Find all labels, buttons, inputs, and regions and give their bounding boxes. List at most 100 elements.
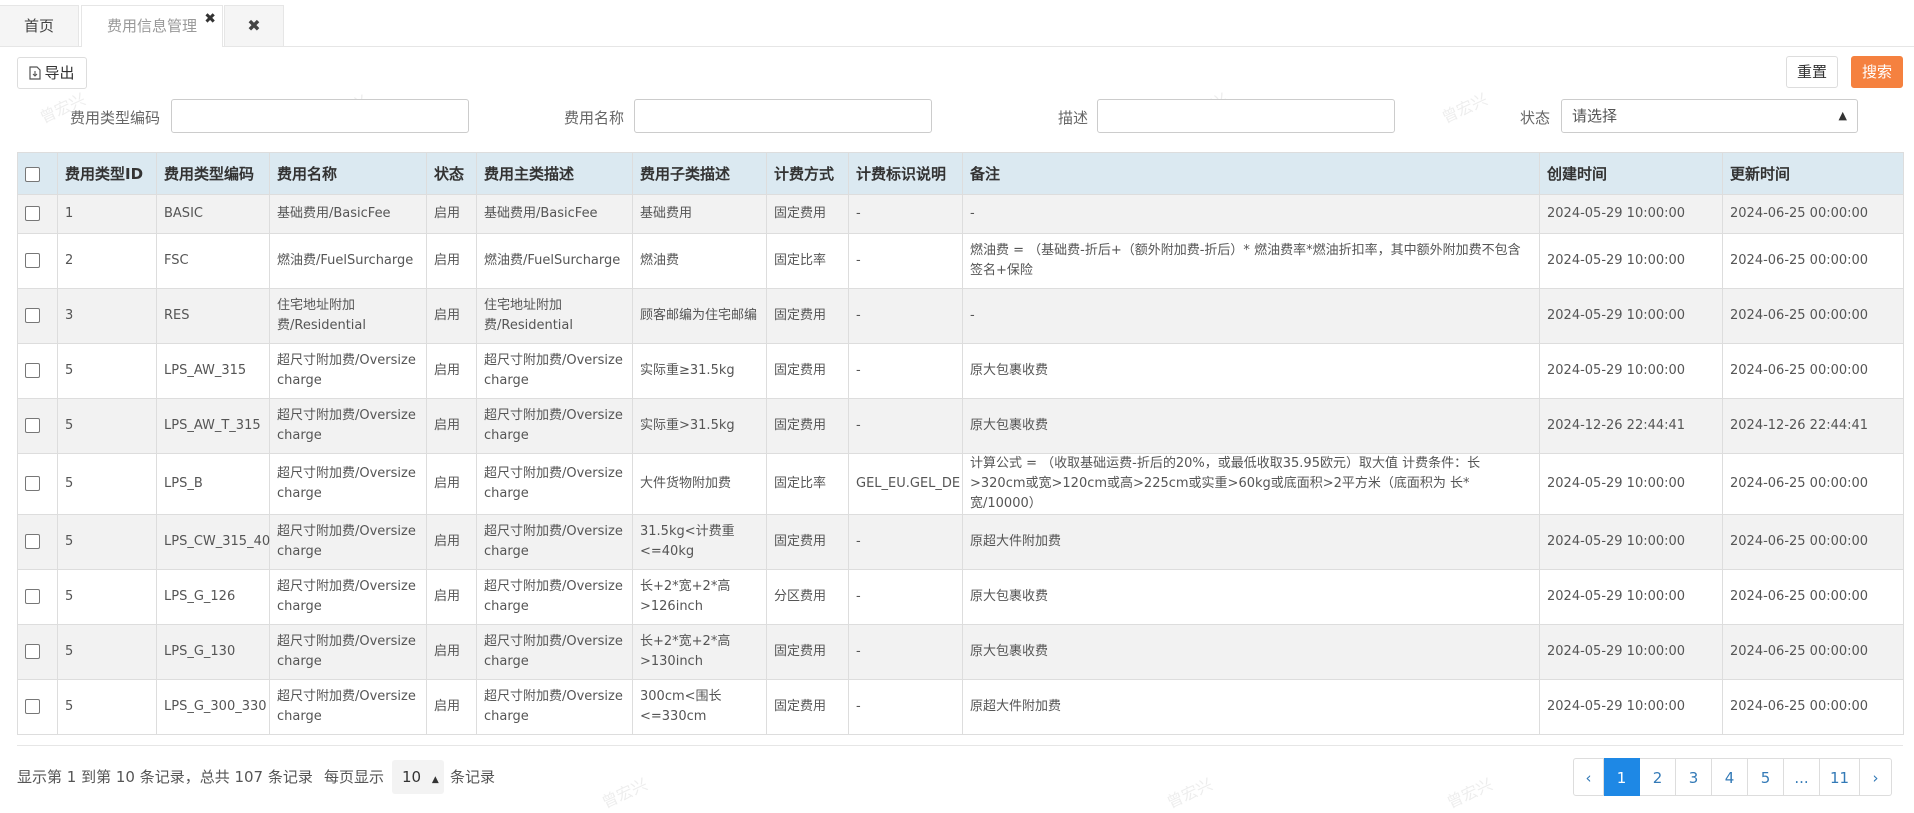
cell-billing-method: 固定费用	[766, 343, 849, 399]
row-checkbox[interactable]	[25, 699, 40, 714]
row-checkbox-cell	[17, 569, 58, 625]
page-11-button[interactable]: 11	[1820, 758, 1860, 796]
search-button[interactable]: 搜索	[1851, 56, 1903, 88]
table-row[interactable]: 5 LPS_G_130 超尺寸附加费/Oversize charge 启用 超尺寸附加费…	[17, 624, 1904, 680]
fee-name-input[interactable]	[634, 99, 932, 133]
cell-remark: 原超大件附加费	[962, 514, 1540, 570]
row-checkbox-cell	[17, 233, 58, 289]
cell-status: 启用	[426, 288, 477, 344]
row-checkbox-cell	[17, 398, 58, 454]
cell-created-at: 2024-05-29 10:00:00	[1539, 453, 1723, 515]
status-select[interactable]: 请选择 ▲	[1561, 99, 1858, 133]
watermark-text: 曾宏兴	[598, 774, 651, 813]
prev-page-button[interactable]: ‹	[1573, 758, 1604, 796]
cell-sub-desc: 顾客邮编为住宅邮编	[632, 288, 767, 344]
tab-bar: 首页 费用信息管理 ✖ ✖	[0, 0, 1914, 47]
page-1-button[interactable]: 1	[1604, 758, 1640, 796]
cell-billing-flag: -	[848, 233, 963, 289]
header-billing-method[interactable]: 计费方式	[766, 152, 849, 195]
table-row[interactable]: 1 BASIC 基础费用/BasicFee 启用 基础费用/BasicFee 基础费用 固定…	[17, 194, 1904, 234]
table-row[interactable]: 3 RES 住宅地址附加费/Residential 启用 住宅地址附加费/Residen…	[17, 288, 1904, 344]
cell-status: 启用	[426, 624, 477, 680]
row-checkbox[interactable]	[25, 308, 40, 323]
cell-status: 启用	[426, 194, 477, 234]
reset-button[interactable]: 重置	[1786, 56, 1838, 88]
row-checkbox[interactable]	[25, 476, 40, 491]
tab-home[interactable]: 首页	[0, 5, 79, 46]
cell-billing-flag: -	[848, 288, 963, 344]
cell-sub-desc: 300cm<围长<=330cm	[632, 679, 767, 735]
header-sub-desc[interactable]: 费用子类描述	[632, 152, 767, 195]
select-all-checkbox[interactable]	[25, 166, 40, 182]
table-row[interactable]: 5 LPS_G_126 超尺寸附加费/Oversize charge 启用 超尺寸附加费…	[17, 569, 1904, 625]
cell-created-at: 2024-05-29 10:00:00	[1539, 194, 1723, 234]
header-fee-name[interactable]: 费用名称	[269, 152, 427, 195]
file-export-icon	[29, 66, 42, 80]
cell-updated-at: 2024-06-25 00:00:00	[1722, 288, 1904, 344]
cell-created-at: 2024-05-29 10:00:00	[1539, 514, 1723, 570]
row-checkbox[interactable]	[25, 206, 40, 221]
cell-updated-at: 2024-06-25 00:00:00	[1722, 453, 1904, 515]
page-3-button[interactable]: 3	[1676, 758, 1712, 796]
fee-type-code-input[interactable]	[171, 99, 469, 133]
next-page-button[interactable]: ›	[1860, 758, 1892, 796]
table-row[interactable]: 5 LPS_G_300_330 超尺寸附加费/Oversize charge 启用 超尺…	[17, 679, 1904, 735]
cell-sub-desc: 31.5kg<计费重<=40kg	[632, 514, 767, 570]
watermark-text: 曾宏兴	[1443, 774, 1496, 813]
row-checkbox-cell	[17, 453, 58, 515]
row-checkbox-cell	[17, 679, 58, 735]
tab-label: 费用信息管理	[106, 17, 197, 35]
table-row[interactable]: 5 LPS_AW_T_315 超尺寸附加费/Oversize charge 启用 超尺寸…	[17, 398, 1904, 454]
header-remark[interactable]: 备注	[962, 152, 1540, 195]
row-checkbox[interactable]	[25, 644, 40, 659]
header-status[interactable]: 状态	[426, 152, 477, 195]
cell-main-desc: 超尺寸附加费/Oversize charge	[476, 398, 633, 454]
tab-fee-info-management[interactable]: 费用信息管理 ✖	[81, 5, 223, 47]
table-row[interactable]: 5 LPS_AW_315 超尺寸附加费/Oversize charge 启用 超尺寸附加…	[17, 343, 1904, 399]
close-icon: ✖	[247, 16, 261, 35]
page-4-button[interactable]: 4	[1712, 758, 1748, 796]
cell-fee-type-id: 5	[57, 453, 157, 515]
cell-fee-name: 超尺寸附加费/Oversize charge	[269, 453, 427, 515]
cell-created-at: 2024-05-29 10:00:00	[1539, 233, 1723, 289]
row-checkbox-cell	[17, 514, 58, 570]
table-row[interactable]: 2 FSC 燃油费/FuelSurcharge 启用 燃油费/FuelSurcharge…	[17, 233, 1904, 289]
header-fee-type-code[interactable]: 费用类型编码	[156, 152, 270, 195]
cell-fee-type-id: 5	[57, 679, 157, 735]
cell-fee-type-code: BASIC	[156, 194, 270, 234]
cell-updated-at: 2024-06-25 00:00:00	[1722, 343, 1904, 399]
tab-close-icon[interactable]: ✖	[204, 12, 216, 26]
row-checkbox[interactable]	[25, 363, 40, 378]
cell-fee-type-code: LPS_B	[156, 453, 270, 515]
row-checkbox[interactable]	[25, 534, 40, 549]
table-row[interactable]: 5 LPS_B 超尺寸附加费/Oversize charge 启用 超尺寸附加费/Ove…	[17, 453, 1904, 515]
row-checkbox[interactable]	[25, 589, 40, 604]
header-created-at[interactable]: 创建时间	[1539, 152, 1723, 195]
description-input[interactable]	[1097, 99, 1395, 133]
page-size-dropdown[interactable]: 10 ▲	[392, 760, 444, 794]
header-updated-at[interactable]: 更新时间	[1722, 152, 1904, 195]
cell-main-desc: 超尺寸附加费/Oversize charge	[476, 624, 633, 680]
page-2-button[interactable]: 2	[1640, 758, 1676, 796]
export-button[interactable]: 导出	[17, 57, 87, 89]
header-fee-type-id[interactable]: 费用类型ID	[57, 152, 157, 195]
cell-fee-type-code: LPS_CW_315_40	[156, 514, 270, 570]
cell-updated-at: 2024-12-26 22:44:41	[1722, 398, 1904, 454]
cell-updated-at: 2024-06-25 00:00:00	[1722, 624, 1904, 680]
close-all-tabs-button[interactable]: ✖	[224, 5, 284, 46]
header-main-desc[interactable]: 费用主类描述	[476, 152, 633, 195]
row-checkbox[interactable]	[25, 253, 40, 268]
cell-created-at: 2024-05-29 10:00:00	[1539, 624, 1723, 680]
row-checkbox[interactable]	[25, 418, 40, 433]
table-row[interactable]: 5 LPS_CW_315_40 超尺寸附加费/Oversize charge 启用 超尺…	[17, 514, 1904, 570]
header-billing-flag[interactable]: 计费标识说明	[848, 152, 963, 195]
page-5-button[interactable]: 5	[1748, 758, 1784, 796]
footer-divider	[17, 745, 1903, 746]
cell-status: 启用	[426, 343, 477, 399]
row-checkbox-cell	[17, 288, 58, 344]
cell-fee-type-id: 5	[57, 398, 157, 454]
cell-remark: 原大包裹收费	[962, 398, 1540, 454]
cell-billing-flag: -	[848, 514, 963, 570]
cell-main-desc: 超尺寸附加费/Oversize charge	[476, 453, 633, 515]
cell-billing-method: 分区费用	[766, 569, 849, 625]
